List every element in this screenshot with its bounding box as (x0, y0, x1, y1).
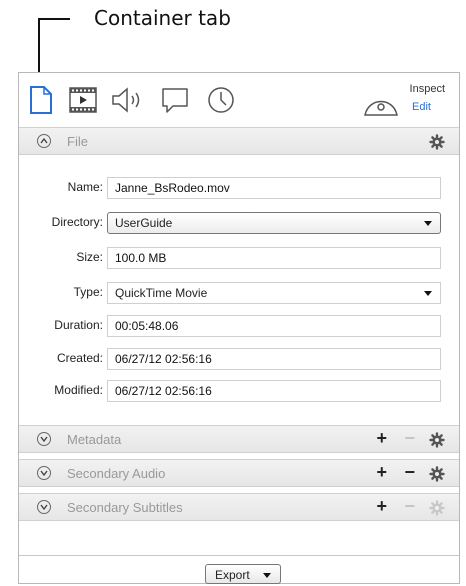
duration-label: Duration: (54, 318, 103, 332)
created-label: Created: (56, 351, 103, 365)
name-row: Name: Janne_BsRodeo.mov (19, 177, 459, 199)
remove-button[interactable]: − (404, 496, 415, 517)
directory-row: Directory: UserGuide (19, 212, 459, 234)
document-icon[interactable] (29, 85, 53, 120)
callout-line (38, 18, 70, 20)
gear-icon[interactable] (429, 134, 445, 155)
gear-icon[interactable] (429, 432, 445, 453)
modified-row: Modified: 06/27/12 02:56:16 (19, 380, 459, 402)
inspect-control[interactable]: Inspect Edit (359, 79, 449, 123)
file-section-label: File (67, 134, 88, 149)
directory-label: Directory: (51, 215, 103, 229)
gear-icon[interactable] (429, 466, 445, 487)
created-row: Created: 06/27/12 02:56:16 (19, 348, 459, 370)
add-button[interactable]: + (376, 496, 387, 517)
type-select[interactable]: QuickTime Movie (107, 282, 441, 304)
chevron-down-icon (263, 573, 271, 578)
callout-label: Container tab (94, 6, 231, 30)
created-field: 06/27/12 02:56:16 (107, 348, 441, 370)
inspect-eye-icon[interactable] (363, 91, 399, 122)
gear-icon[interactable] (429, 500, 445, 521)
name-label: Name: (67, 180, 103, 194)
secondary-audio-section-header[interactable]: Secondary Audio + − (19, 459, 459, 487)
remove-button[interactable]: − (404, 428, 415, 449)
speech-bubble-icon[interactable] (161, 87, 189, 120)
modified-label: Modified: (54, 383, 103, 397)
duration-field: 00:05:48.06 (107, 315, 441, 337)
film-icon[interactable] (69, 87, 97, 118)
edit-link[interactable]: Edit (412, 101, 431, 113)
export-button[interactable]: Export (205, 564, 281, 584)
add-button[interactable]: + (376, 428, 387, 449)
expand-toggle-icon[interactable] (37, 500, 51, 514)
secondary-audio-section-label: Secondary Audio (67, 466, 166, 481)
type-label: Type: (73, 285, 103, 299)
expand-toggle-icon[interactable] (37, 432, 51, 446)
speaker-icon[interactable] (111, 87, 145, 118)
secondary-subtitles-section-label: Secondary Subtitles (67, 500, 183, 515)
collapse-toggle-icon[interactable] (37, 134, 51, 148)
modified-field: 06/27/12 02:56:16 (107, 380, 441, 402)
chevron-down-icon (424, 221, 432, 226)
secondary-subtitles-section-header[interactable]: Secondary Subtitles + − (19, 493, 459, 521)
inspector-toolbar: Inspect Edit (19, 73, 459, 127)
size-label: Size: (76, 250, 103, 264)
type-row: Type: QuickTime Movie (19, 282, 459, 304)
size-row: Size: 100.0 MB (19, 247, 459, 269)
type-value: QuickTime Movie (115, 286, 208, 300)
inspector-panel: Inspect Edit File Name: Janne_BsRodeo.mo… (18, 72, 460, 584)
chevron-down-icon (424, 291, 432, 296)
metadata-section-header[interactable]: Metadata + − (19, 425, 459, 453)
file-section-header[interactable]: File (19, 127, 459, 155)
directory-select[interactable]: UserGuide (107, 212, 441, 234)
name-field[interactable]: Janne_BsRodeo.mov (107, 177, 441, 199)
expand-toggle-icon[interactable] (37, 466, 51, 480)
duration-row: Duration: 00:05:48.06 (19, 315, 459, 337)
add-button[interactable]: + (376, 462, 387, 483)
inspector-footer: Export (19, 555, 459, 584)
export-label: Export (215, 568, 250, 582)
inspect-label: Inspect (409, 83, 445, 95)
metadata-section-label: Metadata (67, 432, 122, 447)
size-field: 100.0 MB (107, 247, 441, 269)
clock-icon[interactable] (207, 86, 235, 119)
directory-value: UserGuide (115, 216, 173, 230)
remove-button[interactable]: − (404, 462, 415, 483)
